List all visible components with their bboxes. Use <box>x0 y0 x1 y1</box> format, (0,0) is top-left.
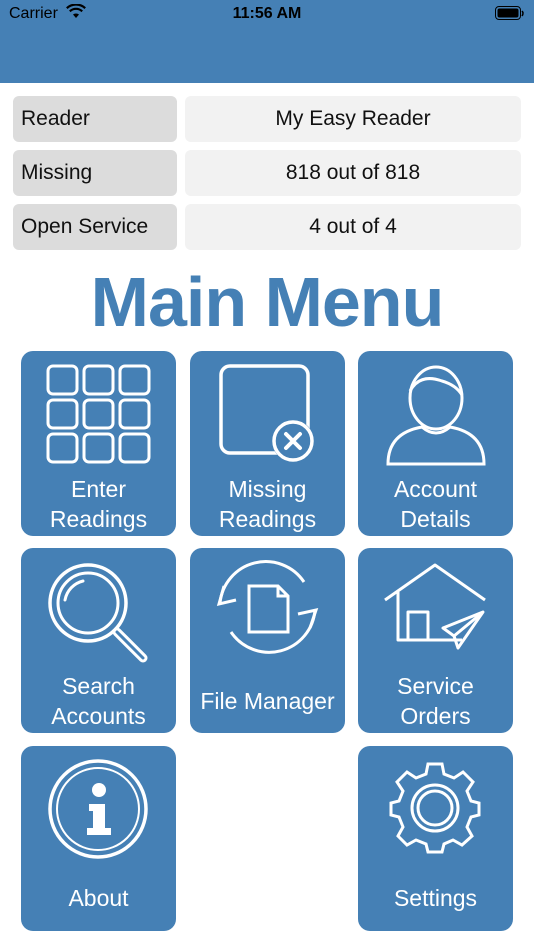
missing-readings-button[interactable]: Missing Readings <box>190 351 345 536</box>
open-service-row: Open Service 4 out of 4 <box>13 204 521 250</box>
missing-readings-label-2: Readings <box>218 506 317 532</box>
status-bar: Carrier 11:56 AM <box>0 0 534 28</box>
file-manager-button[interactable]: File Manager <box>190 548 345 733</box>
service-orders-button[interactable]: Service Orders <box>358 548 513 733</box>
settings-label: Settings <box>393 885 478 911</box>
enter-readings-button[interactable]: Enter Readings <box>21 351 176 536</box>
missing-row: Missing 818 out of 818 <box>13 150 521 196</box>
reader-label: Reader <box>13 96 177 142</box>
enter-readings-label-1: Enter <box>71 476 126 502</box>
search-accounts-button[interactable]: Search Accounts <box>21 548 176 733</box>
missing-value: 818 out of 818 <box>185 150 521 196</box>
account-details-label-1: Account <box>393 476 478 502</box>
reader-value: My Easy Reader <box>185 96 521 142</box>
file-manager-label: File Manager <box>200 688 335 714</box>
clock: 11:56 AM <box>232 5 302 22</box>
account-details-label-2: Details <box>400 506 471 532</box>
search-accounts-label-1: Search <box>62 673 135 699</box>
missing-label: Missing <box>13 150 177 196</box>
service-orders-label-1: Service <box>397 673 474 699</box>
battery-icon <box>495 6 525 26</box>
search-accounts-label-2: Accounts <box>51 703 146 729</box>
enter-readings-label-2: Readings <box>49 506 148 532</box>
reader-row: Reader My Easy Reader <box>13 96 521 142</box>
settings-button[interactable]: Settings <box>358 746 513 931</box>
open-service-value: 4 out of 4 <box>185 204 521 250</box>
open-service-label: Open Service <box>13 204 177 250</box>
about-label: About <box>68 885 129 911</box>
account-details-button[interactable]: Account Details <box>358 351 513 536</box>
missing-readings-label-1: Missing <box>228 476 307 502</box>
about-button[interactable]: About <box>21 746 176 931</box>
page-title: Main Menu <box>90 263 445 341</box>
service-orders-label-2: Orders <box>400 703 471 729</box>
